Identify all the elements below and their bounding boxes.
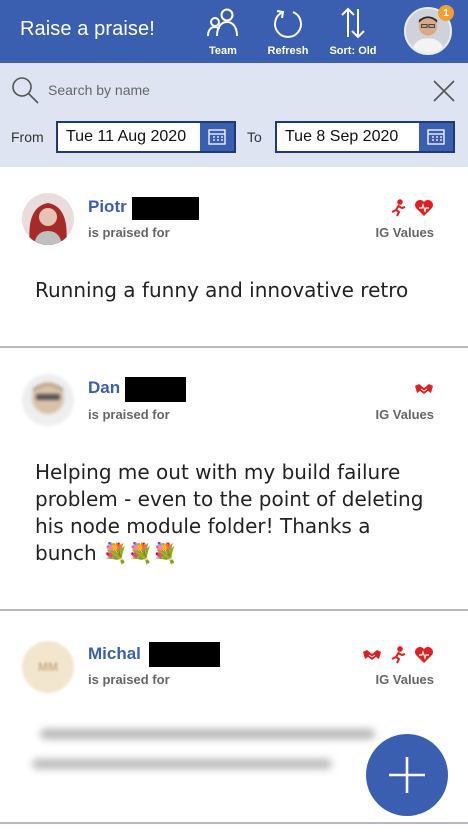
team-button[interactable]: Team [197, 6, 249, 62]
app-title: Raise a praise! [20, 18, 155, 40]
sort-icon [341, 7, 365, 39]
from-date-value[interactable]: Tue 11 Aug 2020 [58, 128, 200, 146]
refresh-button[interactable]: Refresh [262, 6, 314, 62]
person-name[interactable]: Michal [88, 644, 141, 664]
from-label: From [11, 129, 44, 145]
blurred-message-line [32, 759, 332, 769]
praise-message: Helping me out with my build failure pro… [35, 460, 424, 565]
filter-panel: From Tue 11 Aug 2020 To Tue 8 Sep 2020 [0, 63, 468, 167]
avatar [22, 193, 74, 245]
search-input[interactable] [48, 76, 418, 104]
plus-icon [389, 757, 425, 793]
avatar: MM [22, 641, 74, 693]
category-label: IG Values [375, 407, 434, 422]
search-icon [12, 77, 39, 104]
person-name[interactable]: Dan [88, 378, 120, 398]
handshake-icon [363, 650, 381, 660]
praised-label: is praised for [88, 225, 170, 240]
value-icons [414, 380, 434, 398]
blurred-message-line [40, 729, 375, 739]
calendar-icon[interactable] [200, 123, 234, 151]
avatar-initials: MM [38, 660, 58, 674]
person-name[interactable]: Piotr [88, 197, 127, 217]
team-icon [207, 8, 238, 37]
praise-message: Running a funny and innovative retro [35, 278, 409, 302]
heart-icon [415, 647, 433, 663]
praised-label: is praised for [88, 407, 170, 422]
refresh-icon [274, 10, 302, 38]
category-label: IG Values [375, 672, 434, 687]
to-date-picker[interactable]: Tue 8 Sep 2020 [275, 121, 455, 153]
refresh-label: Refresh [267, 45, 309, 57]
to-date-value[interactable]: Tue 8 Sep 2020 [277, 128, 419, 146]
running-person-icon [391, 646, 406, 664]
praise-card[interactable]: Dan is praised for IG Values Helping me … [0, 348, 468, 611]
sort-button[interactable]: Sort: Old [327, 6, 379, 62]
avatar [22, 374, 74, 426]
praise-card[interactable]: Piotr is praised for IG Values Running a… [0, 167, 468, 348]
redacted-surname [132, 197, 199, 220]
add-praise-button[interactable] [366, 734, 448, 816]
running-person-icon [391, 199, 406, 217]
user-avatar-button[interactable]: 1 [404, 5, 454, 55]
redacted-surname [149, 642, 220, 667]
redacted-surname [125, 377, 186, 402]
heart-icon [415, 200, 433, 216]
app-header: Raise a praise! Team Refresh Sort: Old 1 [0, 0, 468, 63]
calendar-icon[interactable] [419, 123, 453, 151]
sort-label: Sort: Old [329, 45, 377, 57]
value-icons [388, 199, 434, 217]
category-label: IG Values [375, 225, 434, 240]
handshake-icon [415, 384, 433, 394]
to-label: To [247, 129, 262, 145]
praised-label: is praised for [88, 672, 170, 687]
notification-badge: 1 [438, 5, 454, 21]
from-date-picker[interactable]: Tue 11 Aug 2020 [56, 121, 236, 153]
value-icons [362, 646, 434, 664]
close-icon[interactable] [432, 79, 456, 103]
team-label: Team [209, 45, 237, 57]
